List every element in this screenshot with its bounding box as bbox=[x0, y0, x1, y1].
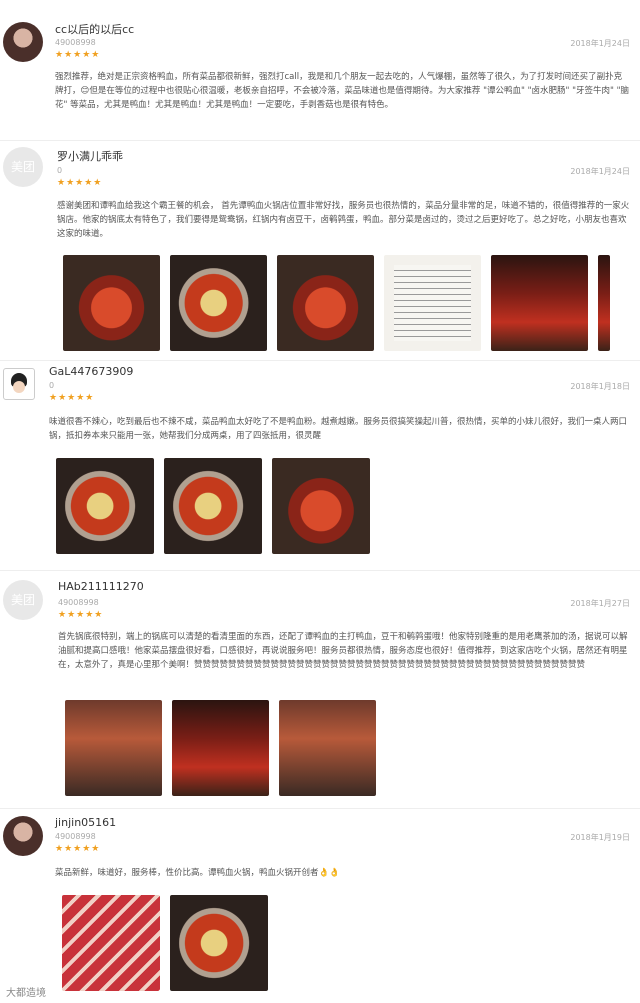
photo-gallery bbox=[65, 700, 376, 796]
review-photo[interactable] bbox=[384, 255, 481, 351]
photo-gallery bbox=[56, 458, 370, 554]
user-id: 0 bbox=[49, 381, 55, 390]
user-id: 0 bbox=[57, 166, 63, 175]
rating-stars: ★★★★★ bbox=[49, 393, 95, 403]
review-photo[interactable] bbox=[598, 255, 610, 351]
review-date: 2018年1月24日 bbox=[570, 167, 630, 176]
review-photo[interactable] bbox=[172, 700, 269, 796]
review-photo[interactable] bbox=[272, 458, 370, 554]
photo-gallery bbox=[62, 895, 268, 991]
user-avatar[interactable]: 美团 bbox=[3, 580, 43, 620]
review-text: 味道很香不辣心，吃到最后也不辣不咸，菜品鸭血太好吃了不是鸭血粉。越煮越嫩。服务员… bbox=[49, 417, 628, 441]
divider bbox=[0, 140, 640, 141]
reviewer-name[interactable]: jinjin05161 bbox=[55, 816, 116, 829]
rating-stars: ★★★★★ bbox=[58, 610, 104, 620]
review-photo[interactable] bbox=[170, 895, 268, 991]
review-text: 感谢美团和谭鸭血给我这个霸王餐的机会， 首先谭鸭血火锅店位置非常好找，服务员也很… bbox=[57, 201, 630, 239]
review-date: 2018年1月27日 bbox=[570, 599, 630, 608]
watermark: 大都造境 bbox=[6, 988, 46, 999]
reviewer-name[interactable]: 罗小满儿乖乖 bbox=[57, 148, 123, 164]
review-text: 首先锅底很特别，端上的锅底可以清楚的看清里面的东西，还配了谭鸭血的主打鸭血，豆干… bbox=[58, 632, 628, 670]
review-date: 2018年1月19日 bbox=[570, 833, 630, 842]
review-photo[interactable] bbox=[170, 255, 267, 351]
divider bbox=[0, 360, 640, 361]
divider bbox=[0, 808, 640, 809]
user-avatar[interactable] bbox=[3, 368, 35, 400]
rating-stars: ★★★★★ bbox=[57, 178, 103, 188]
divider bbox=[0, 570, 640, 571]
review-photo[interactable] bbox=[65, 700, 162, 796]
photo-gallery bbox=[63, 255, 610, 351]
review-photo[interactable] bbox=[164, 458, 262, 554]
review-text: 强烈推荐，绝对是正宗资格鸭血，所有菜品都很新鲜，强烈打call，我是和几个朋友一… bbox=[55, 72, 630, 110]
rating-stars: ★★★★★ bbox=[55, 50, 101, 60]
review-photo[interactable] bbox=[277, 255, 374, 351]
reviewer-name[interactable]: HAb211111270 bbox=[58, 580, 144, 593]
user-id: 49008998 bbox=[55, 38, 96, 47]
review-date: 2018年1月18日 bbox=[570, 382, 630, 391]
review-photo[interactable] bbox=[63, 255, 160, 351]
review-photo[interactable] bbox=[56, 458, 154, 554]
user-id: 49008998 bbox=[55, 832, 96, 841]
user-avatar[interactable] bbox=[3, 816, 43, 856]
review-photo[interactable] bbox=[279, 700, 376, 796]
review-photo[interactable] bbox=[491, 255, 588, 351]
rating-stars: ★★★★★ bbox=[55, 844, 101, 854]
review-photo[interactable] bbox=[62, 895, 160, 991]
user-avatar[interactable] bbox=[3, 22, 43, 62]
reviewer-name[interactable]: cc以后的以后cc bbox=[55, 21, 134, 37]
user-avatar[interactable]: 美团 bbox=[3, 147, 43, 187]
user-id: 49008998 bbox=[58, 598, 99, 607]
review-date: 2018年1月24日 bbox=[570, 39, 630, 48]
reviewer-name[interactable]: GaL447673909 bbox=[49, 365, 133, 378]
review-text: 菜品新鲜，味道好，服务棒，性价比高。谭鸭血火锅，鸭血火锅开创者👌👌 bbox=[55, 868, 340, 878]
